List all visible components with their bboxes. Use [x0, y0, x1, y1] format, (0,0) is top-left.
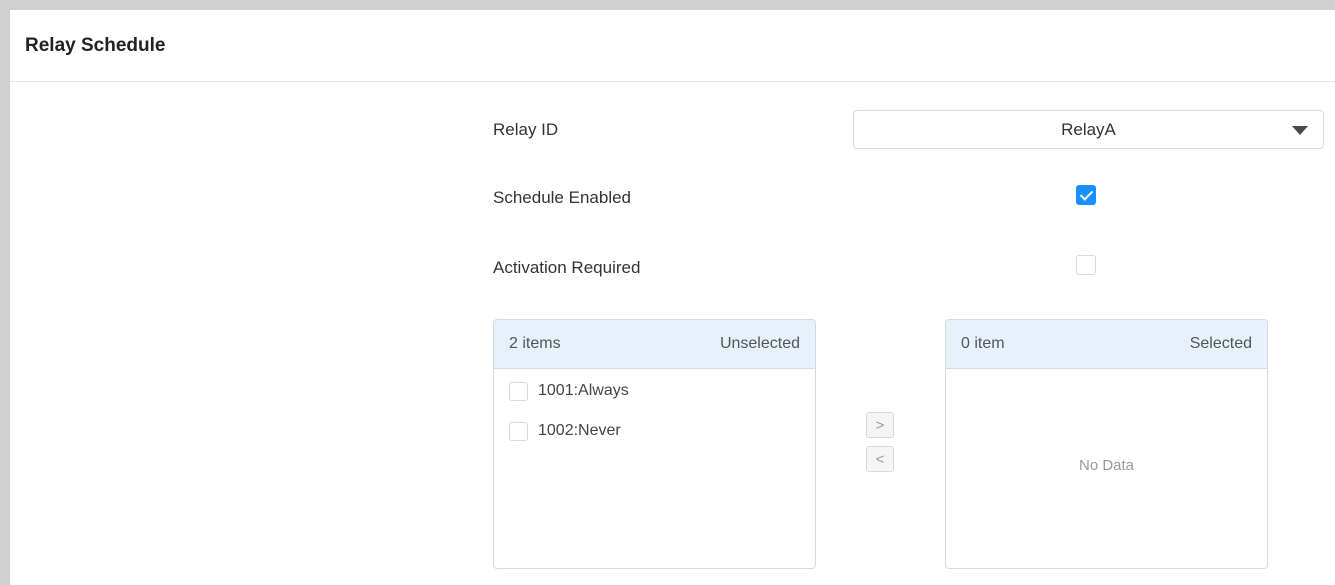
- panel-title: Relay Schedule: [25, 34, 166, 56]
- relay-schedule-panel: Relay Schedule Relay ID RelayA Schedule …: [10, 10, 1335, 585]
- empty-text: No Data: [1078, 457, 1135, 474]
- transfer-source-count: 2 items: [509, 335, 561, 352]
- relay-id-value: RelayA: [1061, 119, 1116, 139]
- transfer-target-header: 0 item Selected: [946, 320, 1267, 369]
- move-right-button[interactable]: >: [866, 412, 894, 438]
- relay-id-label: Relay ID: [493, 120, 559, 139]
- schedule-enabled-checkbox[interactable]: [1076, 185, 1096, 205]
- transfer-source-title: Unselected: [719, 335, 800, 352]
- panel-header: Relay Schedule: [10, 10, 1335, 82]
- transfer-source-body: 1001:Always 1002:Never: [494, 369, 815, 568]
- transfer-target-body: No Data: [946, 369, 1267, 568]
- chevron-right-icon: >: [875, 416, 885, 434]
- activation-required-checkbox[interactable]: [1076, 255, 1096, 275]
- chevron-left-icon: <: [875, 450, 885, 468]
- list-item[interactable]: 1001:Always: [509, 379, 629, 403]
- relay-id-select[interactable]: RelayA: [853, 110, 1324, 149]
- activation-required-label: Activation Required: [493, 258, 641, 277]
- transfer-source-list: 2 items Unselected 1001:Always 1002:Neve…: [493, 319, 816, 569]
- schedule-enabled-label: Schedule Enabled: [493, 188, 632, 207]
- list-item-checkbox[interactable]: [509, 381, 528, 401]
- list-item[interactable]: 1002:Never: [509, 419, 621, 443]
- transfer-source-header: 2 items Unselected: [494, 320, 815, 369]
- transfer-target-count: 0 item: [961, 335, 1005, 352]
- list-item-label: 1002:Never: [538, 422, 621, 439]
- list-item-label: 1001:Always: [538, 382, 629, 399]
- transfer-target-list: 0 item Selected No Data: [945, 319, 1268, 569]
- caret-down-icon: [1292, 126, 1308, 135]
- list-item-checkbox[interactable]: [509, 421, 528, 441]
- move-left-button[interactable]: <: [866, 446, 894, 472]
- transfer-target-title: Selected: [1189, 335, 1252, 352]
